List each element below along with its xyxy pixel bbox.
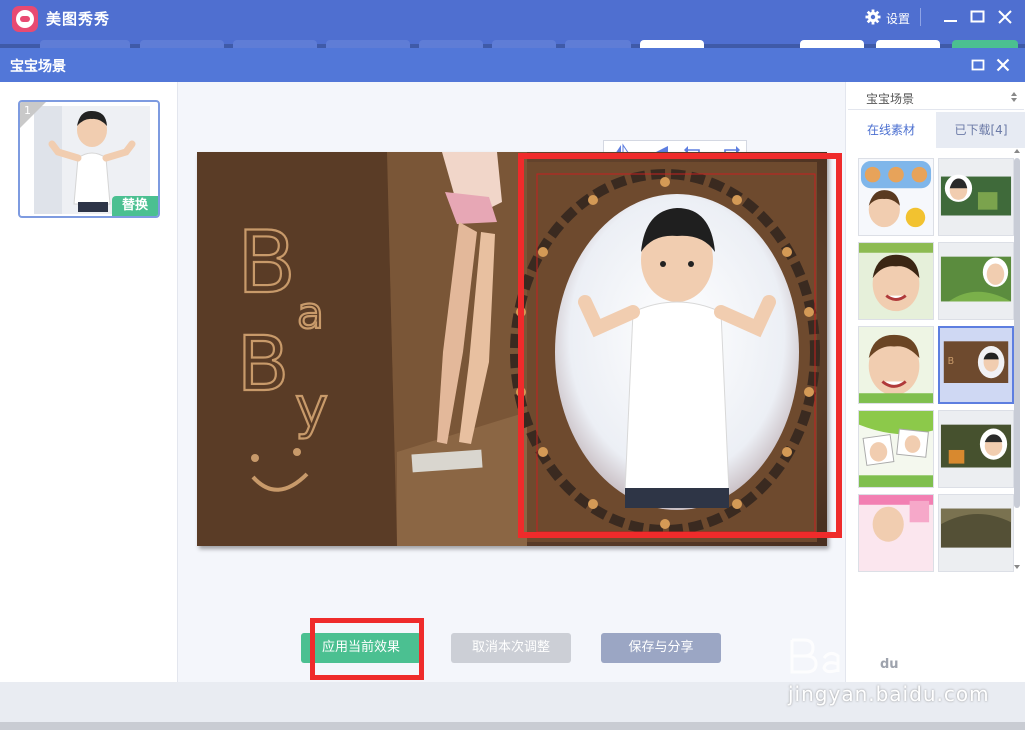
app-tab[interactable] (233, 40, 317, 48)
material-tile[interactable] (858, 326, 934, 404)
svg-text:B: B (948, 356, 955, 367)
editor-canvas: B a B y 应用当前效果 取消本次调整 保存与分享 (179, 82, 844, 682)
category-select-value: 宝宝场景 (866, 92, 915, 106)
scroll-up-icon[interactable] (1013, 148, 1021, 154)
material-tile[interactable] (858, 242, 934, 320)
app-tab[interactable] (952, 40, 1018, 48)
material-tile[interactable] (858, 158, 934, 236)
scrollbar-thumb[interactable] (1014, 158, 1020, 508)
scene-letter: a (297, 288, 324, 339)
scene-letter: B (237, 319, 289, 408)
photo-thumbnail[interactable]: 1 替换 (18, 100, 160, 218)
app-tab[interactable] (140, 40, 224, 48)
materials-panel: 宝宝场景 在线素材 已下载[4] B (845, 82, 1025, 682)
app-tab[interactable] (40, 40, 130, 48)
tab-downloaded[interactable]: 已下载[4] (936, 112, 1025, 148)
tab-online-materials[interactable]: 在线素材 (846, 112, 936, 148)
material-tile-selected[interactable]: B (938, 326, 1014, 404)
app-title-bar: 美图秀秀 设置 (0, 0, 1025, 48)
svg-text:du: du (880, 657, 899, 672)
material-tile[interactable] (858, 494, 934, 572)
scene-letter: y (295, 376, 328, 441)
title-bar-divider (920, 8, 921, 26)
dialog-maximize-icon[interactable] (968, 55, 988, 75)
photo-list-panel: 1 替换 (0, 82, 178, 682)
material-grid: B (846, 148, 1025, 572)
material-tile[interactable] (938, 410, 1014, 488)
category-select[interactable]: 宝宝场景 (848, 84, 1024, 110)
scroll-down-icon[interactable] (1013, 564, 1021, 570)
app-tab[interactable] (326, 40, 410, 48)
dialog-close-icon[interactable] (993, 55, 1013, 75)
baby-scene-preview[interactable]: B a B y (197, 152, 827, 546)
material-scrollbar[interactable] (1013, 148, 1021, 572)
scene-letter: B (237, 213, 296, 313)
apply-button-highlight (310, 618, 424, 680)
cancel-adjust-button[interactable]: 取消本次调整 (451, 633, 571, 663)
app-title: 美图秀秀 (46, 10, 111, 28)
material-tile[interactable] (858, 410, 934, 488)
dialog-title-bar: 宝宝场景 (0, 48, 1025, 82)
replace-button[interactable]: 替换 (112, 196, 158, 216)
dialog-title: 宝宝场景 (10, 59, 66, 75)
material-tile[interactable] (938, 242, 1014, 320)
app-tab[interactable] (800, 40, 864, 48)
taskbar-strip (0, 722, 1025, 730)
baby-scene-dialog: 宝宝场景 1 替换 B a B y 应用当前效果 取消本次调整 保存与分享 宝宝… (0, 48, 1025, 682)
material-tile[interactable] (938, 158, 1014, 236)
app-tab[interactable] (565, 40, 631, 48)
app-tab-active[interactable] (640, 40, 704, 48)
gear-icon[interactable] (865, 9, 881, 25)
app-tab[interactable] (419, 40, 483, 48)
app-tab[interactable] (876, 40, 940, 48)
app-logo (12, 6, 38, 32)
maximize-icon[interactable] (967, 6, 989, 28)
updown-arrows-icon (1011, 92, 1017, 102)
material-tile[interactable] (938, 494, 1014, 572)
save-share-button[interactable]: 保存与分享 (601, 633, 721, 663)
minimize-icon[interactable] (940, 6, 962, 28)
thumbnail-index: 1 (24, 104, 31, 117)
settings-label[interactable]: 设置 (886, 10, 910, 27)
watermark-site: jingyan.baidu.com (788, 682, 990, 706)
close-icon[interactable] (994, 6, 1016, 28)
app-tab[interactable] (492, 40, 556, 48)
